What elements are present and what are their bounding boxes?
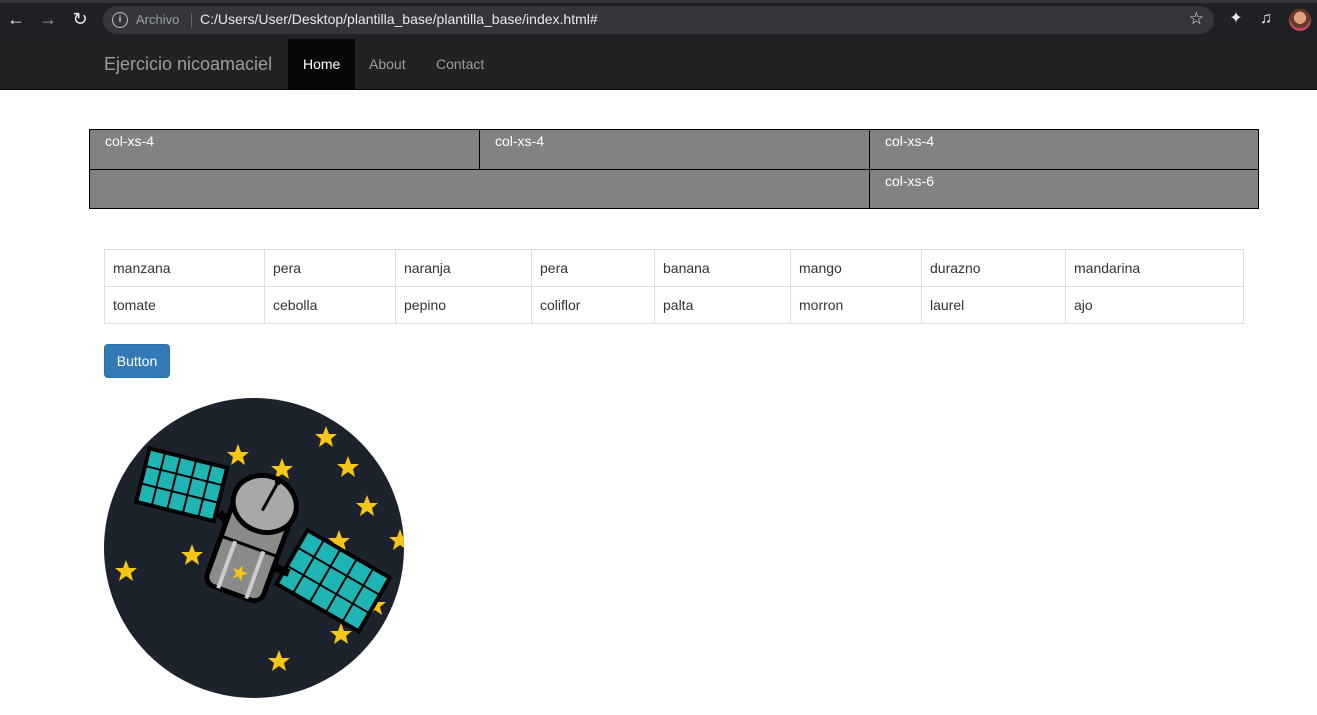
table-cell: palta bbox=[654, 286, 791, 324]
nav-about[interactable]: About bbox=[354, 39, 421, 89]
info-icon[interactable]: i bbox=[112, 12, 128, 28]
nav-contact[interactable]: Contact bbox=[421, 39, 499, 89]
browser-toolbar: ← → ↻ i Archivo C:/Users/User/Desktop/pl… bbox=[0, 0, 1317, 39]
url-text[interactable]: C:/Users/User/Desktop/plantilla_base/pla… bbox=[200, 11, 598, 27]
nav-home[interactable]: Home bbox=[288, 39, 356, 89]
satellite-illustration bbox=[104, 398, 404, 698]
table-cell: pera bbox=[531, 249, 655, 287]
address-bar[interactable]: i Archivo C:/Users/User/Desktop/plantill… bbox=[103, 6, 1214, 34]
tab-strip bbox=[0, 0, 1317, 3]
table-cell: mandarina bbox=[1065, 249, 1244, 287]
table-row: tomate cebolla pepino coliflor palta mor… bbox=[104, 286, 1244, 324]
primary-button[interactable]: Button bbox=[104, 344, 170, 378]
table-cell: tomate bbox=[104, 286, 265, 324]
grid-col-4 bbox=[89, 169, 870, 209]
table-cell: pera bbox=[264, 249, 396, 287]
table-cell: cebolla bbox=[264, 286, 396, 324]
table-cell: banana bbox=[654, 249, 791, 287]
table-cell: coliflor bbox=[531, 286, 655, 324]
table-cell: mango bbox=[790, 249, 922, 287]
reload-icon[interactable]: ↻ bbox=[69, 8, 91, 30]
table-cell: morron bbox=[790, 286, 922, 324]
profile-avatar[interactable] bbox=[1289, 9, 1311, 31]
table-cell: durazno bbox=[921, 249, 1066, 287]
arrow-left-icon[interactable]: ← bbox=[5, 8, 27, 30]
table-cell: pepino bbox=[395, 286, 532, 324]
navbar-brand[interactable]: Ejercicio nicoamaciel bbox=[104, 54, 272, 75]
grid-col-5: col-xs-6 bbox=[869, 169, 1259, 209]
table-cell: naranja bbox=[395, 249, 532, 287]
grid-col-3: col-xs-4 bbox=[869, 129, 1259, 170]
divider bbox=[191, 13, 192, 28]
puzzle-extension-icon[interactable]: ✦ bbox=[1227, 10, 1245, 28]
grid-col-2: col-xs-4 bbox=[479, 129, 870, 170]
media-control-icon[interactable]: ♫ bbox=[1257, 10, 1275, 28]
security-label: Archivo bbox=[136, 12, 180, 27]
arrow-right-icon[interactable]: → bbox=[37, 8, 59, 30]
navbar: Ejercicio nicoamaciel Home About Contact bbox=[0, 39, 1317, 90]
table-cell: laurel bbox=[921, 286, 1066, 324]
bookmark-star-icon[interactable]: ☆ bbox=[1189, 9, 1204, 29]
table-row: manzana pera naranja pera banana mango d… bbox=[104, 249, 1244, 287]
table-cell: ajo bbox=[1065, 286, 1244, 324]
grid-col-1: col-xs-4 bbox=[89, 129, 480, 170]
table-cell: manzana bbox=[104, 249, 265, 287]
fruit-veg-table: manzana pera naranja pera banana mango d… bbox=[104, 249, 1244, 324]
